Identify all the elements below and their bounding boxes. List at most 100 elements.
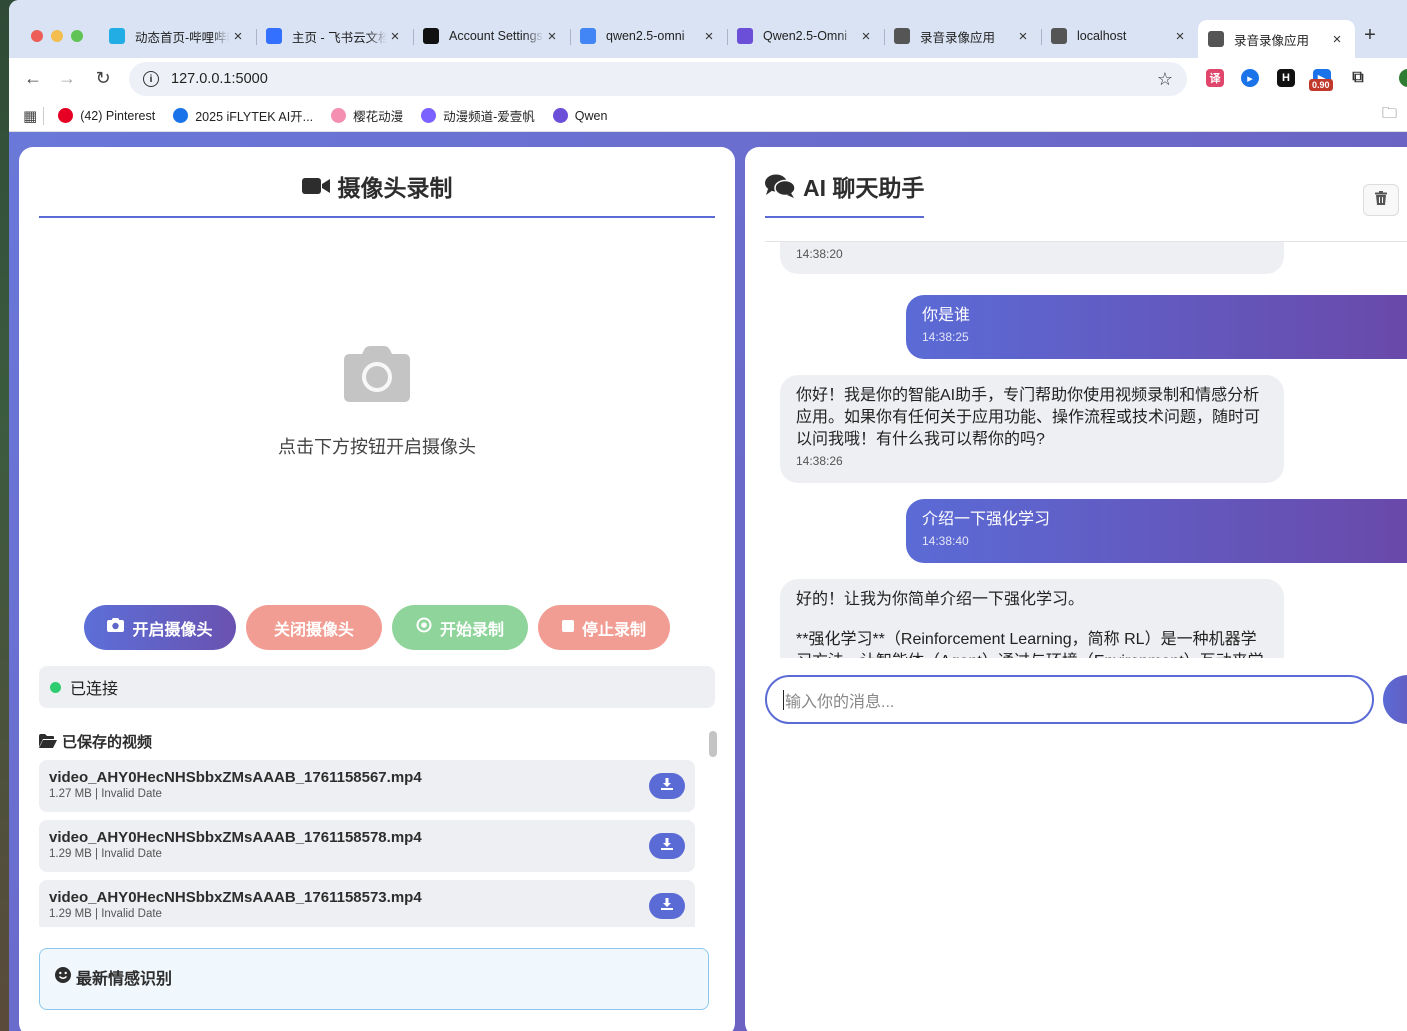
bookmark-star-icon[interactable]: ☆ xyxy=(1157,69,1173,90)
start-recording-label: 开始录制 xyxy=(439,621,504,639)
message-text: 介绍一下强化学习 xyxy=(922,511,1051,528)
browser-tab[interactable]: 录音录像应用 × xyxy=(1198,20,1355,58)
rocket-icon xyxy=(421,108,437,123)
camera-preview: 点击下方按钮开启摄像头 xyxy=(39,222,715,582)
close-tab-icon[interactable]: × xyxy=(858,28,874,45)
translate-extension-icon[interactable]: 译 xyxy=(1206,69,1224,87)
bookmark-item[interactable]: 动漫频道-爱壹帆 xyxy=(421,106,535,125)
browser-tab[interactable]: 主页 - 飞书云文档 × xyxy=(256,20,413,52)
video-camera-icon xyxy=(301,176,330,196)
saved-videos-header: 已保存的视频 xyxy=(39,729,707,753)
video-name: video_AHY0HecNHSbbxZMsAAAB_1761158567.mp… xyxy=(49,769,422,786)
video-list-scrollbar[interactable] xyxy=(709,729,717,925)
bookmark-label: Qwen xyxy=(574,108,608,123)
extension-badge: 0.90 xyxy=(1309,79,1333,91)
browser-tab[interactable]: qwen2.5-omni × xyxy=(570,20,727,52)
tab-title: 录音录像应用 xyxy=(920,30,996,45)
close-tab-icon[interactable]: × xyxy=(1015,28,1031,45)
pinterest-icon xyxy=(58,108,74,123)
globe-icon xyxy=(1208,31,1224,47)
scrollbar-thumb[interactable] xyxy=(709,731,717,757)
camera-icon xyxy=(344,345,410,407)
bookmark-item[interactable]: 2025 iFLYTEK AI开... xyxy=(173,106,313,125)
forward-icon[interactable]: → xyxy=(55,68,79,89)
browser-tab[interactable]: Account Settings × xyxy=(413,20,570,52)
bookmark-item[interactable]: 樱花动漫 xyxy=(331,106,403,125)
browser-tab[interactable]: localhost × xyxy=(1041,20,1198,52)
close-tab-icon[interactable]: × xyxy=(701,28,717,45)
stop-recording-button[interactable]: 停止录制 xyxy=(538,605,670,650)
send-button[interactable] xyxy=(1383,675,1407,724)
open-camera-label: 开启摄像头 xyxy=(132,621,213,639)
stop-icon xyxy=(561,619,574,637)
saved-videos-title: 已保存的视频 xyxy=(62,733,153,751)
tab-title: 录音录像应用 xyxy=(1234,33,1310,48)
bookmark-item[interactable]: (42) Pinterest xyxy=(58,106,155,125)
browser-tab[interactable]: Qwen2.5-Omni × xyxy=(727,20,884,52)
download-button[interactable] xyxy=(649,893,685,919)
bookmarks-divider xyxy=(43,106,45,125)
browser-window: 动态首页-哔哩哔哩 × 主页 - 飞书云文档 × Account Settings × qw… xyxy=(9,0,1407,1031)
profile-avatar[interactable] xyxy=(1399,69,1407,87)
download-icon xyxy=(661,777,673,795)
video-name: video_AHY0HecNHSbbxZMsAAAB_1761158573.mp… xyxy=(49,889,422,906)
video-meta: 1.29 MB | Invalid Date xyxy=(49,908,162,920)
chat-input[interactable]: 输入你的消息... xyxy=(765,675,1374,724)
record-icon xyxy=(416,617,432,638)
video-meta: 1.29 MB | Invalid Date xyxy=(49,848,162,860)
close-tab-icon[interactable]: × xyxy=(387,28,403,45)
start-recording-button[interactable]: 开始录制 xyxy=(392,605,528,650)
video-meta: 1.27 MB | Invalid Date xyxy=(49,788,162,800)
iflytek-icon xyxy=(173,108,189,123)
camera-panel-title: 摄像头录制 xyxy=(337,175,453,201)
address-bar[interactable]: i 127.0.0.1:5000 ☆ xyxy=(129,62,1187,96)
browser-tab[interactable]: 录音录像应用 × xyxy=(884,20,1041,52)
folder-icon[interactable]: 🗀 xyxy=(1382,103,1397,128)
open-camera-button[interactable]: 开启摄像头 xyxy=(84,605,236,650)
folder-open-icon xyxy=(39,734,57,748)
h-extension-icon[interactable]: H xyxy=(1277,69,1295,87)
message-text-continued: **强化学习**（Reinforcement Learning，简称 RL）是一… xyxy=(796,631,1264,658)
video-list-item: video_AHY0HecNHSbbxZMsAAAB_1761158573.mp… xyxy=(39,880,695,927)
close-window-button[interactable] xyxy=(31,30,43,42)
download-icon xyxy=(661,837,673,855)
download-button[interactable] xyxy=(649,773,685,799)
chat-panel-header: AI 聊天助手 xyxy=(765,169,925,218)
download-button[interactable] xyxy=(649,833,685,859)
cursor-extension-icon[interactable]: ▸ xyxy=(1241,69,1259,87)
close-camera-button[interactable]: 关闭摄像头 xyxy=(246,605,382,650)
close-tab-icon[interactable]: × xyxy=(230,28,246,45)
stop-recording-label: 停止录制 xyxy=(581,621,646,639)
bookmark-label: 樱花动漫 xyxy=(353,110,404,124)
ai-message: 你好！我是你的智能AI助手，专门帮助你使用视频录制和情感分析应用。如果你有任何关… xyxy=(780,375,1284,483)
app-page: 摄像头录制 点击下方按钮开启摄像头 开启摄像头 关闭摄像头 开始录制 停止录制 … xyxy=(9,132,1407,1031)
connection-status: 已连接 xyxy=(39,666,715,708)
minimize-window-button[interactable] xyxy=(51,30,63,42)
tab-strip: 动态首页-哔哩哔哩 × 主页 - 飞书云文档 × Account Settings × qw… xyxy=(9,0,1407,58)
browser-tab[interactable]: 动态首页-哔哩哔哩 × xyxy=(99,20,256,52)
message-time: 14:38:26 xyxy=(796,454,843,468)
user-message: 介绍一下强化学习 14:38:40 xyxy=(906,499,1407,563)
reload-icon[interactable]: ↻ xyxy=(91,68,115,89)
video-name: video_AHY0HecNHSbbxZMsAAAB_1761158578.mp… xyxy=(49,829,422,846)
status-text: 已连接 xyxy=(70,681,119,698)
smile-icon xyxy=(55,967,71,983)
maximize-window-button[interactable] xyxy=(71,30,83,42)
new-tab-button[interactable]: + xyxy=(1359,24,1381,47)
message-time: 14:38:40 xyxy=(922,534,969,548)
comments-icon xyxy=(765,174,795,198)
chat-messages: 14:38:20 你是谁 14:38:25 你好！我是你的智能AI助手，专门帮助… xyxy=(765,242,1407,658)
close-tab-icon[interactable]: × xyxy=(1329,31,1345,48)
message-text: 你是谁 xyxy=(922,307,971,324)
site-info-icon[interactable]: i xyxy=(143,71,159,87)
extensions-puzzle-icon[interactable]: ⧉ xyxy=(1349,69,1367,87)
apps-grid-icon[interactable]: ▦ xyxy=(23,107,37,125)
tab-title: qwen2.5-omni xyxy=(606,29,685,43)
bookmark-item[interactable]: Qwen xyxy=(552,106,608,125)
back-icon[interactable]: ← xyxy=(21,68,45,89)
clear-chat-button[interactable] xyxy=(1363,184,1399,216)
user-message: 你是谁 14:38:25 xyxy=(906,295,1407,359)
close-tab-icon[interactable]: × xyxy=(1172,28,1188,45)
video-list-item: video_AHY0HecNHSbbxZMsAAAB_1761158567.mp… xyxy=(39,760,695,812)
close-tab-icon[interactable]: × xyxy=(544,28,560,45)
